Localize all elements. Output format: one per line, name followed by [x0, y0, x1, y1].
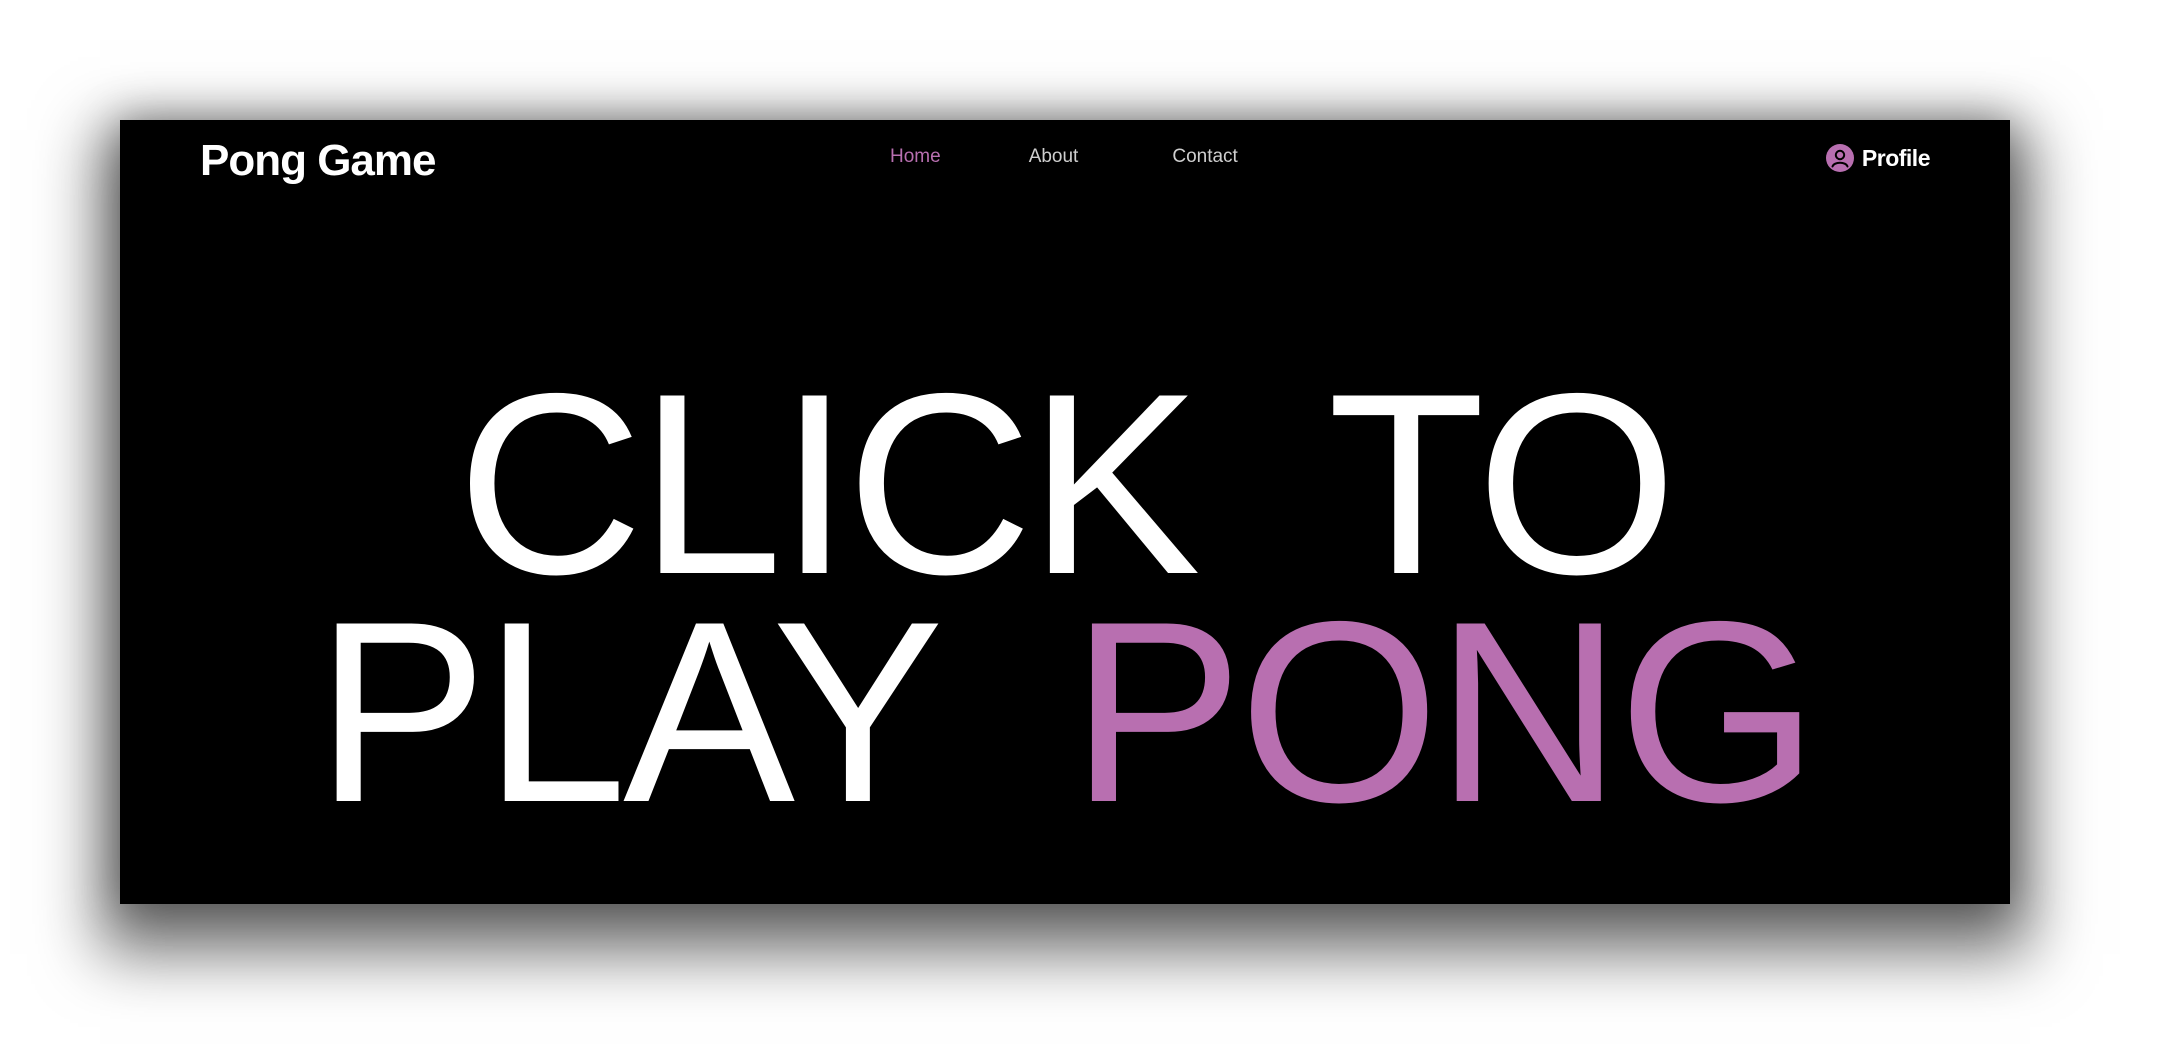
hero-pong-text: PONG: [1070, 567, 1819, 856]
profile-button[interactable]: Profile: [1825, 144, 1931, 172]
app-window: Pong Game Home About Contact Profile CLI…: [120, 120, 2010, 904]
hero-play-text: PLAY: [315, 567, 1071, 856]
user-circle-icon: [1825, 144, 1854, 172]
click-to-play-hero[interactable]: CLICK TO PLAY PONG: [120, 339, 2010, 841]
hero-line-1: CLICK TO: [456, 339, 1677, 628]
nav-link-contact[interactable]: Contact: [1172, 146, 1237, 168]
profile-label: Profile: [1861, 144, 1931, 171]
top-navbar: Pong Game Home About Contact Profile: [120, 120, 2010, 200]
nav-link-home[interactable]: Home: [890, 146, 941, 168]
brand-title[interactable]: Pong Game: [200, 136, 436, 186]
nav-links: Home About Contact: [890, 146, 1238, 168]
nav-link-about[interactable]: About: [1029, 146, 1079, 168]
hero-line-2: PLAY PONG: [120, 583, 2010, 841]
